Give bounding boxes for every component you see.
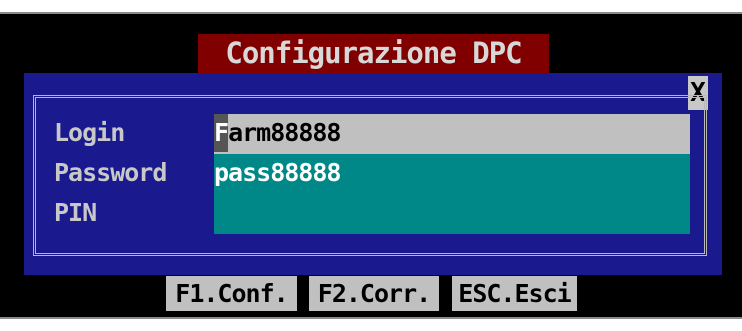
text-cursor: F: [214, 114, 229, 152]
password-input[interactable]: pass88888: [214, 154, 690, 194]
esc-exit-button[interactable]: ESC.Esci: [452, 276, 577, 311]
pin-label: PIN: [54, 198, 97, 227]
login-label: Login: [54, 118, 125, 147]
login-value: arm88888: [228, 118, 341, 147]
login-input[interactable]: Farm88888: [214, 114, 690, 154]
password-label: Password: [54, 158, 167, 187]
f2-correct-button[interactable]: F2.Corr.: [309, 276, 439, 311]
pin-input[interactable]: [214, 194, 690, 234]
dialog-title: Configurazione DPC: [198, 34, 549, 73]
f1-confirm-button[interactable]: F1.Conf.: [166, 276, 297, 311]
